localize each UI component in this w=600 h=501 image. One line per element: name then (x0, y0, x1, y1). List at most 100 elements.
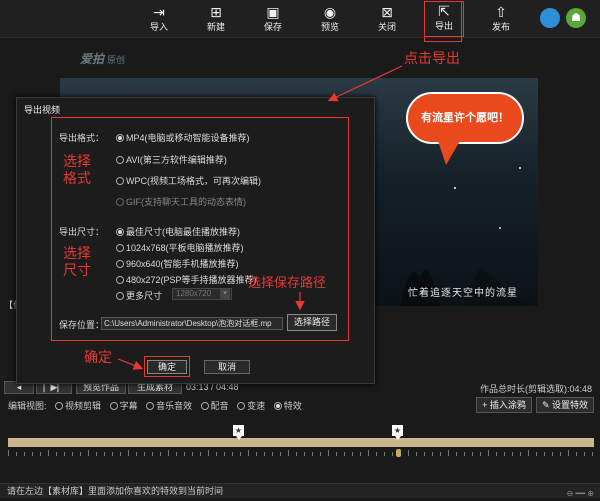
import-button[interactable]: ⇥ 导入 (139, 3, 179, 35)
star-icon: ★ (234, 426, 243, 435)
timeline-tick (536, 452, 537, 456)
timeline-tick (104, 452, 105, 456)
timeline-tick (160, 452, 161, 456)
timeline-tick (424, 452, 425, 456)
wrench-icon: ✎ (541, 400, 553, 410)
edit-view-radio-effect[interactable] (273, 402, 282, 410)
timeline-tick (200, 452, 201, 456)
close-button[interactable]: ⊠ 关闭 (367, 3, 407, 35)
total-duration: 作品总时长(剪辑选取):04:48 (479, 384, 592, 394)
timeline-tick (64, 452, 65, 456)
video-caption: 忙着追逐天空中的流星 (408, 288, 518, 299)
timeline-tick (16, 452, 17, 456)
preview-button[interactable]: ◉ 预览 (310, 3, 350, 35)
timeline-tick (96, 452, 97, 456)
set-effect-button[interactable]: ✎ 设置特效 (536, 397, 594, 413)
timeline-tick (312, 452, 313, 456)
timeline-tick (360, 452, 361, 456)
annotation-choose-size: 选择 尺寸 (63, 245, 91, 278)
timeline-tick (296, 452, 297, 456)
timeline-track[interactable] (8, 438, 594, 447)
timeline-tick (488, 450, 489, 456)
edit-view-radio-subtitle[interactable] (109, 402, 118, 410)
annotation-box-settings (51, 117, 349, 341)
timeline-tick (48, 450, 49, 456)
timeline-tick (152, 452, 153, 456)
timeline-tick (144, 452, 145, 456)
publish-button[interactable]: ⇧ 发布 (481, 3, 521, 35)
timeline-tick (240, 452, 241, 456)
timeline-tick (176, 452, 177, 456)
annotation-choose-format: 选择 格式 (63, 153, 91, 186)
timeline-tick (592, 452, 593, 456)
timeline-tick (464, 452, 465, 456)
timeline-tick (584, 452, 585, 456)
timeline-tick (432, 452, 433, 456)
cancel-button[interactable]: 取消 (204, 360, 250, 374)
watermark-logo: 爱拍 原创 (80, 52, 126, 66)
timeline-tick (280, 452, 281, 456)
eye-icon: ◉ (323, 4, 337, 20)
effect-marker-1[interactable]: ★ (233, 425, 244, 440)
timeline-tick (416, 452, 417, 456)
dialog-title: 导出视频 (24, 105, 61, 115)
timeline-tick (344, 452, 345, 456)
star-icon: ★ (393, 426, 402, 435)
timeline-tick (184, 452, 185, 456)
playhead[interactable] (396, 449, 401, 457)
timeline-tick (320, 452, 321, 456)
annotation-box-ok (144, 356, 190, 377)
timeline-tick (32, 452, 33, 456)
timeline-tick (136, 452, 137, 456)
annotation-box-export (424, 1, 462, 42)
annotation-choose-save-path: 选择保存路径 (248, 275, 327, 290)
plus-icon: + (482, 400, 490, 410)
timeline-tick (40, 452, 41, 456)
timeline-tick (272, 452, 273, 456)
timeline-tick (224, 452, 225, 456)
new-icon: ⊞ (210, 4, 222, 20)
main-toolbar: ⇥ 导入 ⊞ 新建 ▣ 保存 ◉ 预览 ⊠ 关闭 ⇱ 导出 ⇧ 发布 ☗ (0, 0, 600, 38)
status-bar: 请在左边【素材库】里面添加你喜欢的特效到当前时间 ⊖ ━━ ⊕ (0, 483, 600, 498)
timeline-tick (368, 450, 369, 456)
apple-icon[interactable] (540, 8, 560, 28)
annotation-confirm: 确定 (84, 349, 112, 365)
save-button[interactable]: ▣ 保存 (253, 3, 293, 35)
timeline-tick (456, 452, 457, 456)
speech-bubble: 有流星许个愿吧！ (406, 92, 524, 144)
timeline-tick (512, 452, 513, 456)
timeline-tick (544, 452, 545, 456)
edit-view-radio-video[interactable] (55, 402, 64, 410)
timeline-tick (208, 450, 209, 456)
timeline-tick (112, 452, 113, 456)
timeline-tick (576, 452, 577, 456)
timeline-tick (232, 452, 233, 456)
export-dialog: 导出视频 导出格式： MP4(电脑或移动智能设备推荐) AVI(第三方软件编辑推… (16, 97, 375, 384)
new-button[interactable]: ⊞ 新建 (196, 3, 236, 35)
timeline-tick (528, 450, 529, 456)
timeline-tick (384, 452, 385, 456)
timeline-tick (328, 450, 329, 456)
edit-view-radio-dub[interactable] (200, 402, 209, 410)
zoom-control[interactable]: ⊖ ━━ ⊕ (567, 487, 594, 501)
timeline-tick (440, 452, 441, 456)
timeline-tick (80, 452, 81, 456)
timeline-tick (560, 452, 561, 456)
timeline-tick (88, 450, 89, 456)
import-icon: ⇥ (153, 4, 165, 20)
effect-marker-2[interactable]: ★ (392, 425, 403, 440)
timeline-tick (120, 452, 121, 456)
speech-bubble-tail (438, 141, 460, 165)
timeline-tick (56, 452, 57, 456)
android-icon[interactable]: ☗ (566, 8, 586, 28)
edit-view-radio-music[interactable] (146, 402, 155, 410)
timeline-tick (24, 452, 25, 456)
timeline-tick (336, 452, 337, 456)
timeline-tick (568, 450, 569, 456)
timeline-tick (392, 452, 393, 456)
edit-view-radio-speed[interactable] (237, 402, 246, 410)
timeline-tick (168, 450, 169, 456)
edit-view-selector: 编辑视图: 视频剪辑 字幕 音乐音效 配音 变速 特效 (8, 401, 302, 411)
insert-graffiti-button[interactable]: + 插入涂鸦 (476, 397, 532, 413)
timeline-tick (304, 452, 305, 456)
